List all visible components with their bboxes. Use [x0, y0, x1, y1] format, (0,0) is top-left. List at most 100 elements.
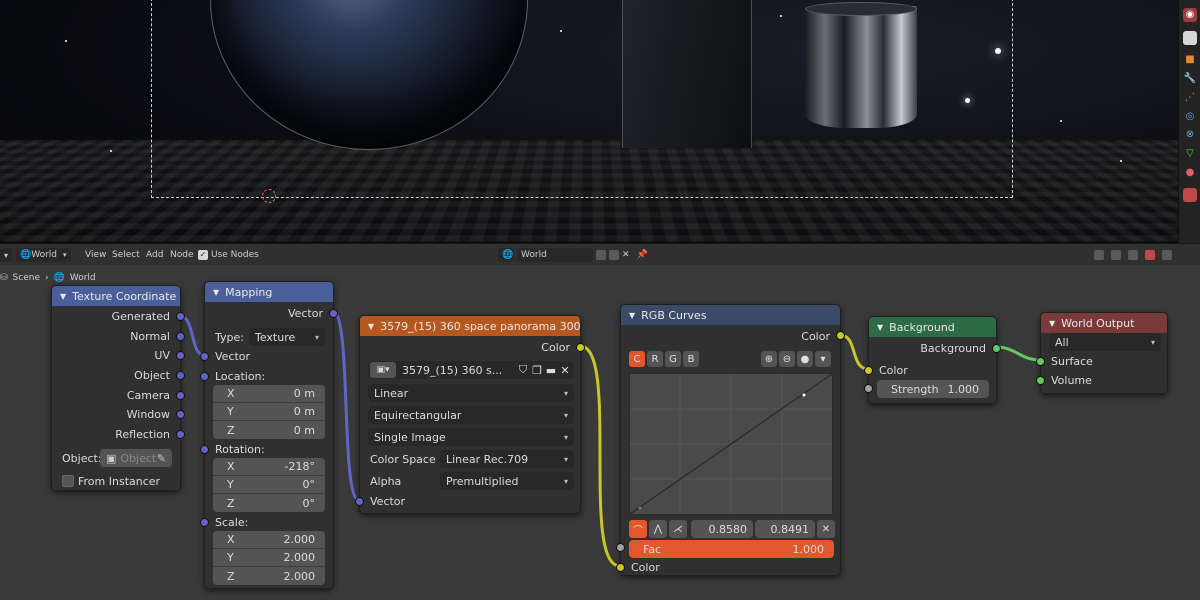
object-field[interactable]: ▣ Object ✎ — [100, 449, 172, 467]
location-x-field[interactable]: X 0 m — [213, 385, 325, 403]
color-space-dropdown[interactable]: Linear Rec.709 ▾ — [440, 450, 574, 468]
socket-reflection[interactable] — [176, 430, 185, 439]
socket-rotation[interactable] — [200, 445, 209, 454]
image-browse-icon[interactable]: ▣▾ — [370, 362, 396, 378]
socket-surface-in[interactable] — [1036, 357, 1045, 366]
zoom-out-icon[interactable]: ⊖ — [779, 351, 795, 367]
image-name-field[interactable]: 3579_(15) 360 s... — [402, 364, 516, 377]
3d-cursor[interactable] — [262, 189, 276, 203]
channel-g-button[interactable]: G — [665, 351, 681, 367]
node-header[interactable]: ▼ Texture Coordinate — [52, 286, 180, 306]
node-header[interactable]: ▼ Background — [869, 317, 996, 337]
collapse-icon[interactable]: ▼ — [877, 323, 883, 332]
socket-color-out[interactable] — [576, 343, 585, 352]
modifier-tab-icon[interactable]: 🔧 — [1183, 72, 1197, 86]
material-tab-icon[interactable]: ● — [1183, 166, 1197, 180]
socket-volume-in[interactable] — [1036, 376, 1045, 385]
folder-icon[interactable]: ▬ — [544, 364, 558, 377]
node-header[interactable]: ▼ RGB Curves — [621, 305, 840, 325]
fake-user-shield-icon[interactable]: ⛉ — [516, 363, 530, 377]
data-tab-icon[interactable]: ▽ — [1183, 147, 1197, 161]
texture-tab-icon[interactable] — [1183, 188, 1197, 202]
handle-auto-icon[interactable]: ⌒ — [629, 520, 647, 538]
projection-dropdown[interactable]: Equirectangular ▾ — [368, 406, 574, 424]
socket-scale[interactable] — [200, 518, 209, 527]
pin-icon[interactable]: 📌 — [637, 250, 648, 260]
eyedropper-icon[interactable]: ✎ — [157, 452, 166, 465]
menu-view[interactable]: View — [85, 248, 106, 262]
type-dropdown[interactable]: Texture ▾ — [249, 328, 325, 346]
node-header[interactable]: ▼ World Output — [1041, 313, 1167, 333]
socket-object[interactable] — [176, 371, 185, 380]
rotation-z-field[interactable]: Z 0° — [213, 494, 325, 512]
collapse-icon[interactable]: ▼ — [60, 292, 66, 301]
render-tab-icon[interactable] — [1183, 31, 1197, 45]
socket-color-in[interactable] — [616, 563, 625, 572]
node-header[interactable]: ▼ 3579_(15) 360 space panorama 3005.... — [360, 316, 580, 336]
location-z-field[interactable]: Z 0 m — [213, 421, 325, 439]
from-instancer-checkbox[interactable] — [62, 475, 74, 487]
world-browse-icon[interactable]: 🌐 — [498, 248, 514, 262]
use-nodes-toggle[interactable]: ✓ Use Nodes — [198, 248, 259, 262]
scale-z-field[interactable]: Z 2.000 — [213, 567, 325, 585]
fac-slider[interactable]: Fac 1.000 — [629, 540, 834, 558]
interpolation-dropdown[interactable]: Linear ▾ — [368, 384, 574, 402]
background-node[interactable]: ▼ Background Background Color Strength 1… — [864, 316, 1001, 404]
texture-coordinate-node[interactable]: ▼ Texture Coordinate Generated Normal UV… — [51, 285, 185, 491]
strength-field[interactable]: Strength 1.000 — [877, 380, 989, 398]
object-tab-icon[interactable]: ■ — [1183, 53, 1197, 67]
world-output-node[interactable]: ▼ World Output All ▾ Surface Volume — [1036, 312, 1168, 394]
point-x-field[interactable]: 0.8580 — [691, 520, 753, 538]
world-datablock[interactable]: 🌐 World ✕ 📌 — [498, 248, 648, 262]
socket-color-out[interactable] — [836, 331, 845, 340]
rgb-curves-node[interactable]: ▼ RGB Curves Color C R G B ⊕ ⊖ ● ▾ ⌒ ⋀ ⋌… — [616, 304, 845, 576]
channel-r-button[interactable]: R — [647, 351, 663, 367]
constraints-tab-icon[interactable]: ⊗ — [1183, 128, 1197, 142]
backdrop-icon[interactable] — [1128, 250, 1138, 260]
mapping-node[interactable]: ▼ Mapping Vector Type: Texture ▾ Vector L… — [200, 281, 338, 589]
curve-menu-icon[interactable]: ▾ — [815, 351, 831, 367]
curve-point[interactable] — [638, 506, 642, 510]
editor-type-selector[interactable]: ▾ — [0, 248, 13, 262]
location-y-field[interactable]: Y 0 m — [213, 403, 325, 421]
alpha-dropdown[interactable]: Premultiplied ▾ — [440, 472, 574, 490]
socket-vector-in[interactable] — [355, 497, 364, 506]
particles-tab-icon[interactable]: ⋰ — [1183, 91, 1197, 105]
scale-x-field[interactable]: X 2.000 — [213, 531, 325, 549]
collapse-icon[interactable]: ▼ — [1049, 319, 1055, 328]
socket-generated[interactable] — [176, 312, 185, 321]
scale-y-field[interactable]: Y 2.000 — [213, 549, 325, 567]
fake-user-icon[interactable] — [596, 250, 606, 260]
socket-background-out[interactable] — [992, 344, 1001, 353]
from-instancer-row[interactable]: From Instancer — [52, 472, 180, 490]
breadcrumb-world[interactable]: World — [70, 273, 96, 283]
source-dropdown[interactable]: Single Image ▾ — [368, 428, 574, 446]
socket-strength-in[interactable] — [864, 384, 873, 393]
channel-b-button[interactable]: B — [683, 351, 699, 367]
socket-location[interactable] — [200, 372, 209, 381]
unlink-icon[interactable]: ✕ — [622, 250, 630, 260]
render-preview-icon[interactable] — [1145, 250, 1155, 260]
zoom-in-icon[interactable]: ⊕ — [761, 351, 777, 367]
collapse-icon[interactable]: ▼ — [213, 288, 219, 297]
socket-normal[interactable] — [176, 332, 185, 341]
curve-plot[interactable] — [629, 373, 833, 515]
snap-icon[interactable] — [1094, 250, 1104, 260]
target-dropdown[interactable]: All ▾ — [1049, 333, 1161, 351]
physics-tab-icon[interactable]: ◎ — [1183, 110, 1197, 124]
image-texture-node[interactable]: ▼ 3579_(15) 360 space panorama 3005.... … — [355, 315, 585, 514]
handle-vector-icon[interactable]: ⋀ — [649, 520, 667, 538]
curve-point-selected[interactable] — [802, 393, 806, 397]
socket-camera[interactable] — [176, 391, 185, 400]
3d-viewport[interactable] — [0, 0, 1178, 243]
menu-node[interactable]: Node — [170, 248, 194, 262]
options-icon[interactable] — [1162, 250, 1172, 260]
channel-c-button[interactable]: C — [629, 351, 645, 367]
breadcrumb-scene[interactable]: Scene — [13, 273, 40, 283]
socket-color-in[interactable] — [864, 366, 873, 375]
rotation-y-field[interactable]: Y 0° — [213, 476, 325, 494]
close-icon[interactable]: ✕ — [558, 364, 572, 377]
overlay-icon[interactable] — [1111, 250, 1121, 260]
collapse-icon[interactable]: ▼ — [368, 322, 374, 331]
duplicate-icon[interactable]: ❐ — [530, 364, 544, 377]
